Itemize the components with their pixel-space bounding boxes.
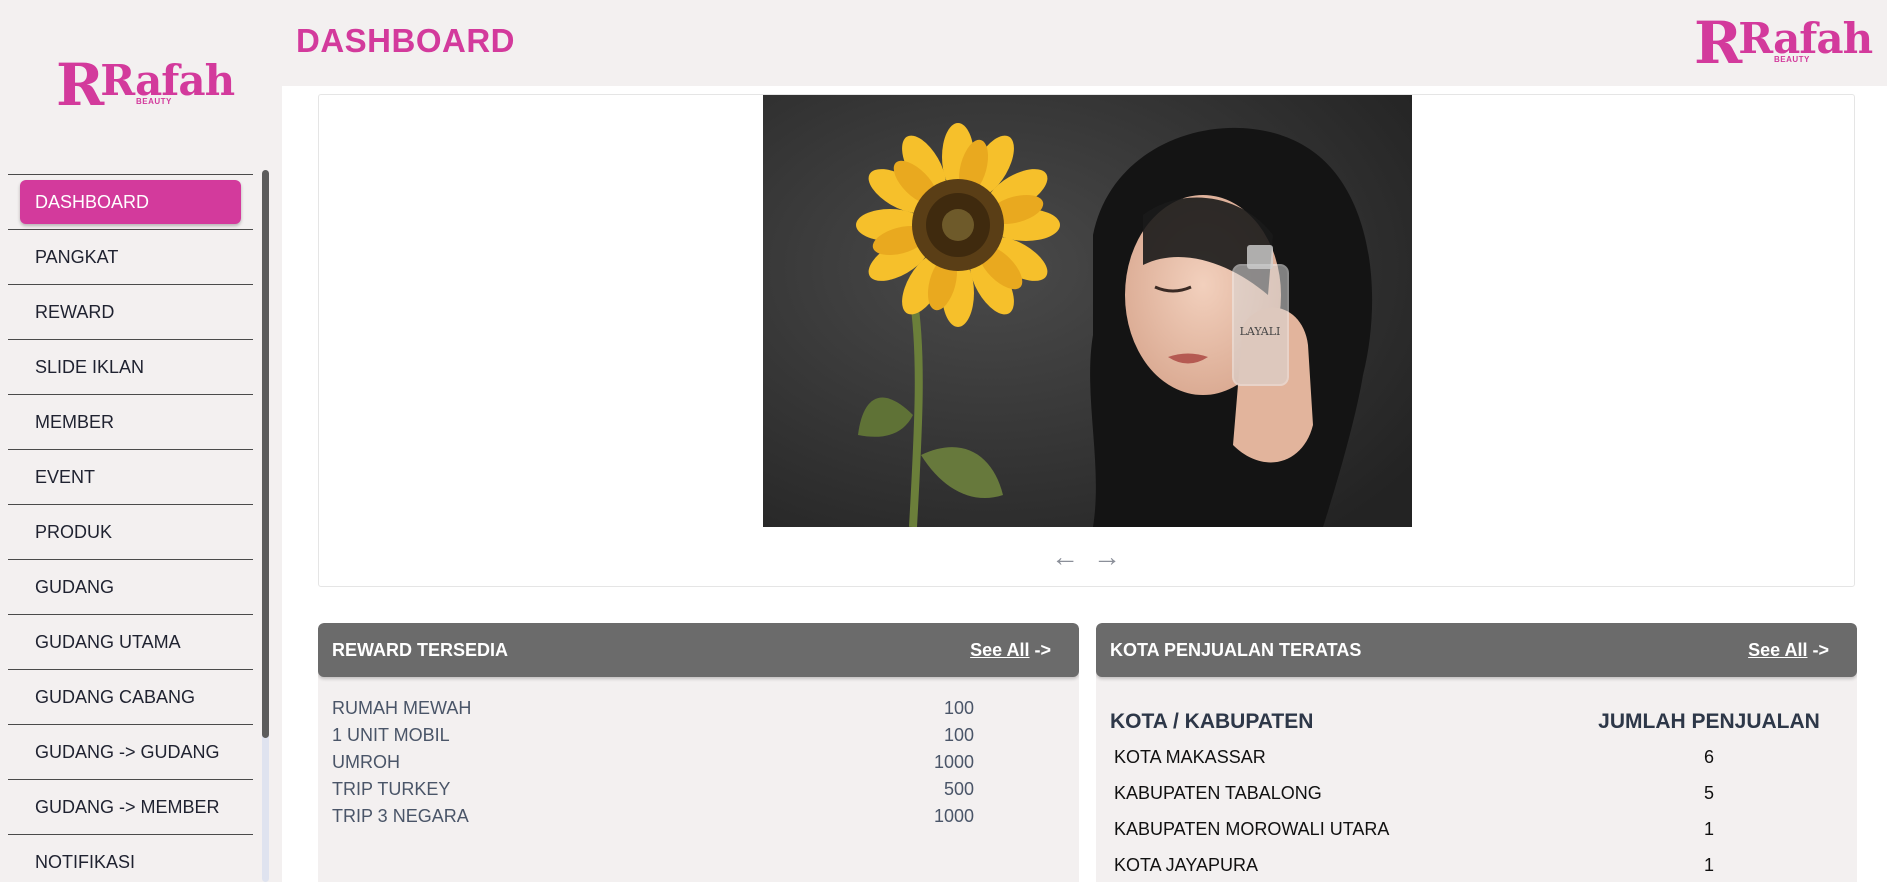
top-cities-table: KOTA / KABUPATEN JUMLAH PENJUALAN KOTA M… — [1096, 677, 1857, 882]
slider-prev-arrow-icon[interactable]: ← — [1051, 543, 1079, 571]
reward-value: 100 — [943, 725, 974, 745]
logo-letter: R — [56, 51, 104, 119]
see-all-text: See All — [1748, 639, 1808, 660]
sidebar-item-label: GUDANG -> GUDANG — [35, 741, 220, 762]
table-row: KABUPATEN MOROWALI UTARA 1 — [1110, 811, 1843, 847]
sidebar-item-event[interactable]: EVENT — [8, 450, 253, 505]
sidebar: R Rafah BEAUTY DASHBOARD PANGKAT REWARD … — [0, 0, 282, 882]
sidebar-item-gudang[interactable]: GUDANG — [8, 560, 253, 615]
sidebar-item-pangkat[interactable]: PANGKAT — [8, 230, 253, 285]
top-cities-see-all-link[interactable]: See All -> — [1748, 640, 1829, 661]
reward-name: RUMAH MEWAH — [332, 698, 472, 718]
table-row: KOTA JAYAPURA 1 — [1110, 847, 1843, 882]
table-row: KABUPATEN TABALONG 5 — [1110, 775, 1843, 811]
list-item: RUMAH MEWAH 100 — [332, 695, 974, 722]
sidebar-item-label: EVENT — [35, 466, 96, 487]
reward-card-header: REWARD TERSEDIA See All -> — [318, 623, 1079, 677]
sidebar-scrollbar-thumb[interactable] — [262, 170, 269, 738]
sidebar-item-gudang-to-member[interactable]: GUDANG -> MEMBER — [8, 780, 253, 835]
sidebar-item-label: SLIDE IKLAN — [35, 356, 145, 377]
logo-word: Rafah — [1738, 14, 1873, 63]
list-item: TRIP TURKEY 500 — [332, 776, 974, 803]
sidebar-item-reward[interactable]: REWARD — [8, 285, 253, 340]
sidebar-item-notifikasi[interactable]: NOTIFIKASI — [8, 835, 253, 882]
reward-name: UMROH — [332, 752, 400, 772]
sidebar-item-member[interactable]: MEMBER — [8, 395, 253, 450]
slider-next-arrow-icon[interactable]: → — [1093, 543, 1121, 571]
reward-value: 500 — [943, 779, 974, 799]
top-header: DASHBOARD R Rafah BEAUTY — [282, 0, 1887, 86]
sidebar-item-gudang-utama[interactable]: GUDANG UTAMA — [8, 615, 253, 670]
slide-image: LAYALI — [763, 95, 1412, 527]
sidebar-item-label: GUDANG UTAMA — [35, 631, 181, 652]
top-cities-card: KOTA PENJUALAN TERATAS See All -> KOTA /… — [1096, 623, 1857, 882]
reward-value: 1000 — [933, 806, 974, 826]
header-brand-logo[interactable]: R Rafah BEAUTY — [1694, 9, 1873, 77]
sidebar-item-slide-iklan[interactable]: SLIDE IKLAN — [8, 340, 253, 395]
reward-value: 1000 — [933, 752, 974, 772]
reward-list: RUMAH MEWAH 100 1 UNIT MOBIL 100 UMROH 1000… — [318, 677, 1079, 830]
sales-cell: 5 — [1703, 782, 1714, 803]
see-all-arrow: -> — [1029, 639, 1051, 660]
list-item: 1 UNIT MOBIL 100 — [332, 722, 974, 749]
reward-see-all-link[interactable]: See All -> — [970, 640, 1051, 661]
top-cities-card-header: KOTA PENJUALAN TERATAS See All -> — [1096, 623, 1857, 677]
ad-slider: LAYALI ← → — [318, 94, 1855, 587]
sidebar-item-dashboard[interactable]: DASHBOARD — [8, 175, 253, 230]
city-cell: KOTA JAYAPURA — [1114, 854, 1259, 875]
page-title: DASHBOARD — [296, 22, 515, 59]
sidebar-item-label: PRODUK — [35, 521, 113, 542]
list-item: UMROH 1000 — [332, 749, 974, 776]
column-header-city: KOTA / KABUPATEN — [1110, 710, 1314, 733]
reward-name: 1 UNIT MOBIL — [332, 725, 450, 745]
sidebar-item-label: PANGKAT — [35, 246, 119, 267]
list-item: TRIP 3 NEGARA 1000 — [332, 803, 974, 830]
reward-card-title: REWARD TERSEDIA — [332, 639, 509, 660]
top-cities-card-title: KOTA PENJUALAN TERATAS — [1110, 639, 1362, 660]
column-header-sales: JUMLAH PENJUALAN — [1598, 710, 1820, 733]
reward-name: TRIP TURKEY — [332, 779, 451, 799]
table-header: KOTA / KABUPATEN JUMLAH PENJUALAN — [1110, 705, 1843, 739]
brand-logo[interactable]: R Rafah BEAUTY — [56, 51, 235, 119]
sales-cell: 1 — [1703, 818, 1714, 839]
logo-subtitle: BEAUTY — [136, 97, 172, 106]
reward-value: 100 — [943, 698, 974, 718]
reward-card: REWARD TERSEDIA See All -> RUMAH MEWAH 10… — [318, 623, 1079, 882]
table-row: KOTA MAKASSAR 6 — [1110, 739, 1843, 775]
sidebar-item-produk[interactable]: PRODUK — [8, 505, 253, 560]
sidebar-item-label: GUDANG CABANG — [35, 686, 196, 707]
perfume-label: LAYALI — [1240, 325, 1281, 338]
sales-cell: 6 — [1703, 746, 1714, 767]
main-content: LAYALI ← → REWARD TERSEDIA See All -> RU… — [282, 86, 1887, 882]
sidebar-menu: DASHBOARD PANGKAT REWARD SLIDE IKLAN MEM… — [8, 174, 253, 882]
logo-word: Rafah — [100, 56, 235, 105]
sidebar-item-gudang-cabang[interactable]: GUDANG CABANG — [8, 670, 253, 725]
sidebar-item-label: GUDANG — [35, 576, 115, 597]
reward-name: TRIP 3 NEGARA — [332, 806, 469, 826]
logo-letter: R — [1694, 9, 1742, 77]
city-cell: KABUPATEN TABALONG — [1114, 782, 1322, 803]
city-cell: KOTA MAKASSAR — [1114, 746, 1266, 767]
logo-subtitle: BEAUTY — [1774, 55, 1810, 64]
sidebar-item-label: REWARD — [35, 301, 115, 322]
sidebar-item-label: NOTIFIKASI — [35, 851, 136, 872]
sidebar-item-gudang-to-gudang[interactable]: GUDANG -> GUDANG — [8, 725, 253, 780]
city-cell: KABUPATEN MOROWALI UTARA — [1114, 818, 1390, 839]
sidebar-item-label: MEMBER — [35, 411, 115, 432]
see-all-arrow: -> — [1807, 639, 1829, 660]
sidebar-item-label: GUDANG -> MEMBER — [35, 796, 220, 817]
sales-cell: 1 — [1703, 854, 1714, 875]
see-all-text: See All — [970, 639, 1030, 660]
sidebar-item-label: DASHBOARD — [20, 180, 241, 224]
